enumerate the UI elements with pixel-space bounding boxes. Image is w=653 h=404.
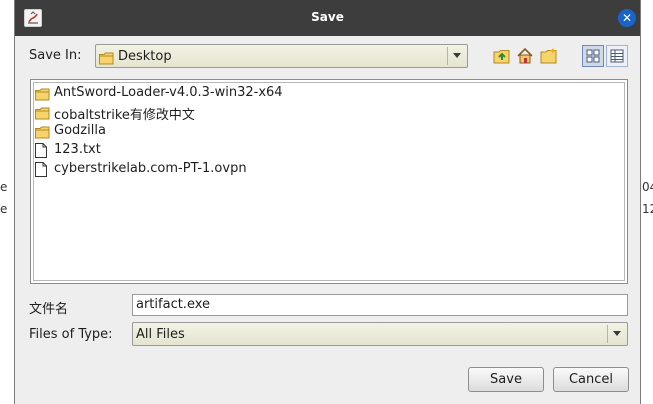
file-name-text: Godzilla — [54, 123, 106, 138]
background-text-fragment: e — [0, 202, 8, 216]
chevron-down-icon[interactable] — [607, 325, 625, 343]
new-folder-icon[interactable] — [539, 46, 559, 66]
file-name-text: 123.txt — [54, 142, 101, 157]
details-view-icon[interactable] — [606, 45, 628, 67]
background-window-left: e e — [0, 0, 14, 404]
close-icon[interactable]: ✕ — [618, 9, 636, 27]
chevron-down-icon[interactable] — [447, 47, 465, 65]
save-button[interactable]: Save — [468, 367, 544, 392]
file-list[interactable]: AntSword-Loader-v4.0.3-win32-x64 cobaltst… — [30, 79, 628, 284]
screen: e e 04 12 Save ✕ Save In: Desktop — [0, 0, 653, 404]
folder-icon — [35, 86, 50, 105]
save-in-label: Save In: — [29, 48, 82, 63]
file-name-text: AntSword-Loader-v4.0.3-win32-x64 — [54, 85, 283, 100]
list-view-icon[interactable] — [582, 45, 604, 67]
file-icon — [35, 143, 47, 162]
folder-icon — [35, 124, 50, 143]
file-type-value: All Files — [136, 327, 185, 342]
cancel-button[interactable]: Cancel — [553, 367, 629, 392]
file-name-label: 文件名 — [29, 302, 69, 317]
folder-icon — [35, 105, 50, 124]
file-type-label: Files of Type: — [29, 327, 113, 342]
save-in-dropdown[interactable]: Desktop — [95, 44, 468, 68]
background-text-fragment: 04 — [642, 180, 653, 194]
save-in-value: Desktop — [118, 49, 172, 64]
background-text-fragment: 12 — [642, 202, 653, 216]
background-text-fragment: e — [0, 180, 8, 194]
up-one-level-icon[interactable] — [492, 46, 512, 66]
file-icon — [35, 162, 47, 181]
home-icon[interactable] — [515, 46, 535, 66]
file-name-text: cobaltstrike有修改中文 — [54, 108, 195, 123]
title-bar[interactable]: Save ✕ — [15, 0, 640, 36]
folder-icon — [99, 50, 114, 69]
file-name-text: cyberstrikelab.com-PT-1.ovpn — [54, 161, 247, 176]
background-window-right: 04 12 — [641, 0, 653, 404]
save-dialog: Save ✕ Save In: Desktop AntSword-Loader-… — [14, 0, 641, 404]
dialog-title: Save — [311, 10, 344, 24]
file-type-dropdown[interactable]: All Files — [132, 322, 628, 346]
file-name-input[interactable]: artifact.exe — [132, 294, 628, 316]
